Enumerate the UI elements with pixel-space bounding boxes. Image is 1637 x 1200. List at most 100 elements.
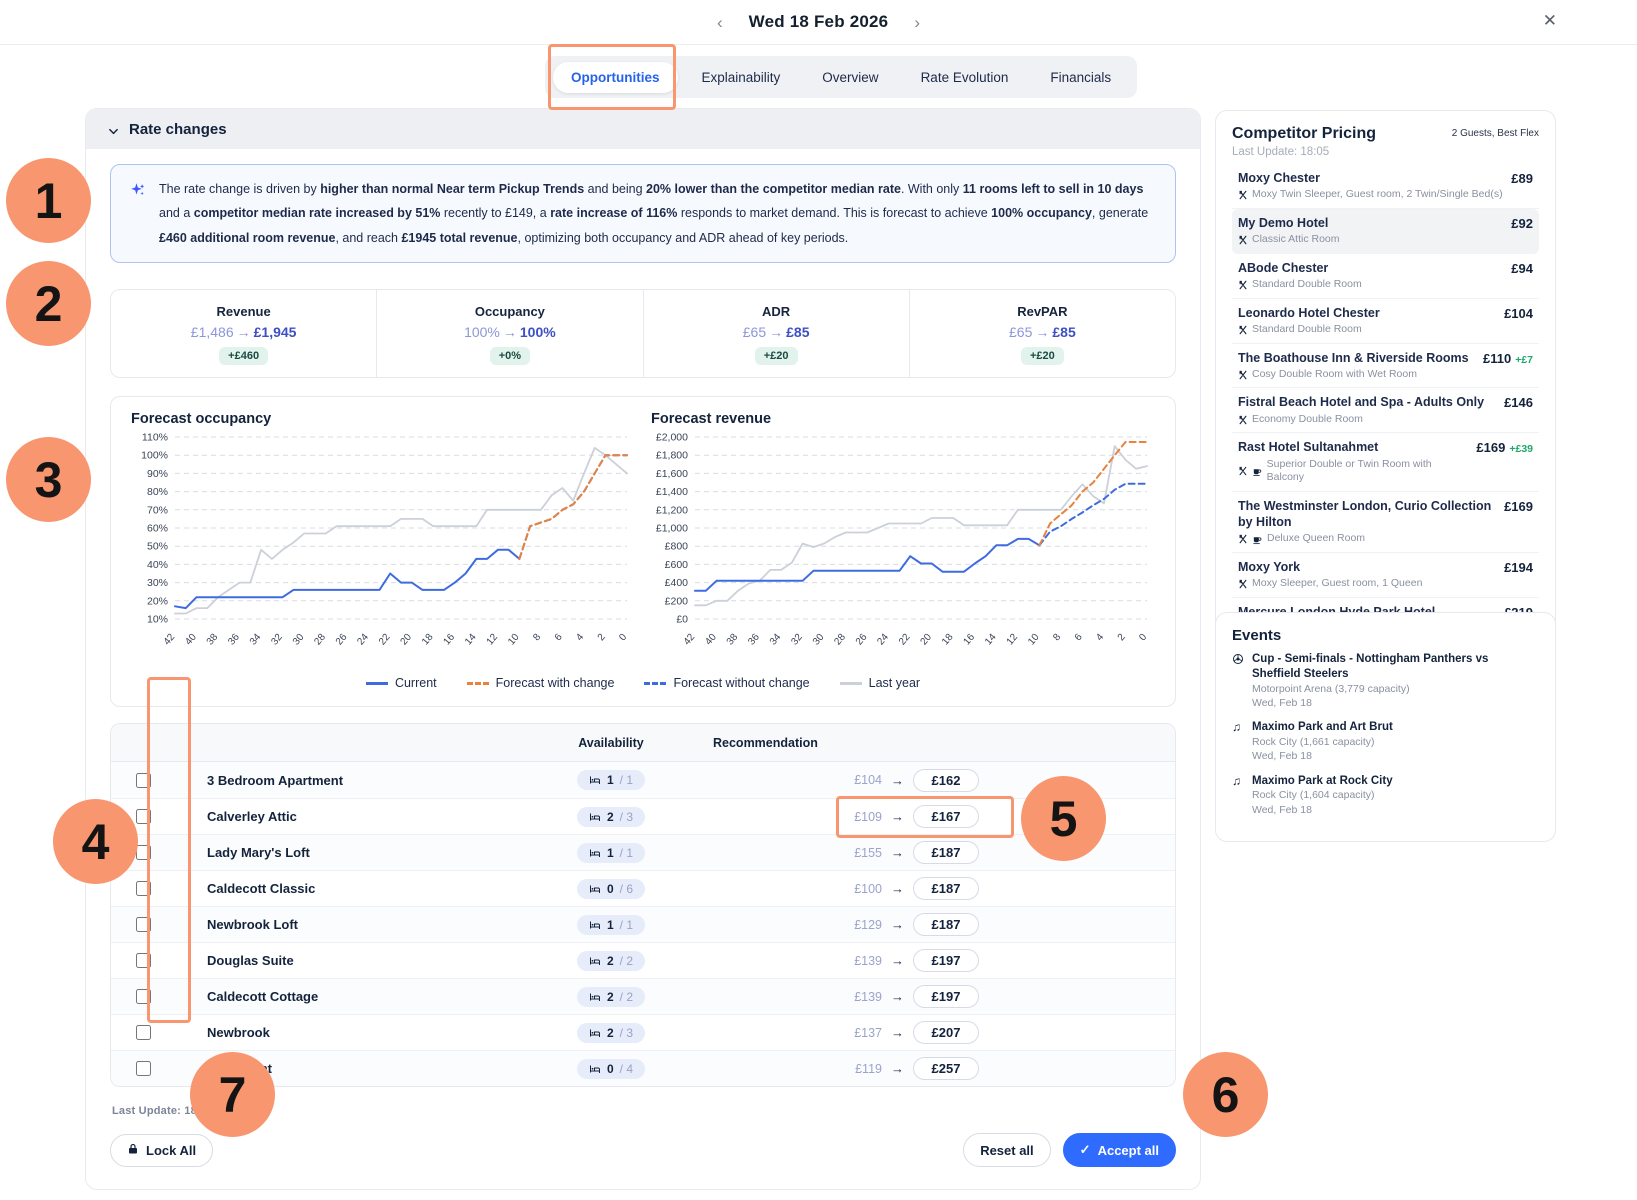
row-checkbox-cell — [111, 989, 175, 1004]
competitor-main: Leonardo Hotel ChesterStandard Double Ro… — [1238, 305, 1496, 337]
reset-all-button[interactable]: Reset all — [963, 1133, 1050, 1167]
current-price: £119 — [855, 1062, 882, 1076]
room-name: Lady Mary's Loft — [175, 845, 523, 860]
svg-text:£1,000: £1,000 — [656, 523, 688, 535]
competitor-row[interactable]: The Westminster London, Curio Collection… — [1232, 492, 1539, 553]
meal-icon — [1238, 579, 1248, 589]
meal-icon — [1238, 235, 1248, 245]
lock-all-button[interactable]: Lock All — [110, 1134, 213, 1167]
room-name: Caldecott Cottage — [175, 989, 523, 1004]
row-checkbox[interactable] — [136, 953, 151, 968]
metric-delta-badge: +£20 — [755, 347, 798, 365]
svg-text:40: 40 — [183, 632, 199, 648]
row-checkbox[interactable] — [136, 1061, 151, 1076]
recommended-price-pill[interactable]: £207 — [913, 1021, 979, 1044]
rate-changes-header[interactable]: Rate changes — [86, 109, 1200, 149]
competitor-row[interactable]: Moxy YorkMoxy Sleeper, Guest room, 1 Que… — [1232, 553, 1539, 598]
arrow-right-icon: → — [891, 1061, 904, 1076]
recommended-price-pill[interactable]: £257 — [913, 1057, 979, 1080]
event-name: Cup - Semi-finals - Nottingham Panthers … — [1252, 652, 1539, 682]
competitor-row[interactable]: Rast Hotel SultanahmetSuperior Double or… — [1232, 433, 1539, 492]
prev-day-button[interactable]: ‹ — [717, 14, 723, 31]
metric-revpar: RevPAR£65→£85+£20 — [909, 290, 1175, 377]
svg-text:10: 10 — [506, 632, 522, 648]
sports-ball-icon — [1232, 652, 1245, 710]
tab-explainability[interactable]: Explainability — [684, 62, 799, 93]
metric-to-value: £1,945 — [254, 324, 297, 340]
svg-text:£1,800: £1,800 — [656, 450, 688, 462]
svg-text:38: 38 — [725, 632, 741, 648]
availability-cell: 1/ 1 — [523, 843, 699, 863]
recommended-price-pill[interactable]: £197 — [913, 949, 979, 972]
svg-text:£200: £200 — [665, 595, 689, 607]
availability-badge: 0/ 4 — [577, 1059, 645, 1079]
competitor-row[interactable]: The Boathouse Inn & Riverside RoomsCosy … — [1232, 344, 1539, 389]
event-date: Wed, Feb 18 — [1252, 696, 1539, 710]
availability-current: 0 — [607, 882, 614, 896]
recommended-price-pill[interactable]: £167 — [913, 805, 979, 828]
recommended-price-pill[interactable]: £187 — [913, 913, 979, 936]
competitor-price: £169 — [1504, 498, 1533, 546]
accept-all-button[interactable]: ✓ Accept all — [1063, 1133, 1176, 1167]
tab-financials[interactable]: Financials — [1032, 62, 1129, 93]
competitor-price: £194 — [1504, 559, 1533, 591]
tab-overview[interactable]: Overview — [804, 62, 896, 93]
competitor-row[interactable]: ABode ChesterStandard Double Room£94 — [1232, 254, 1539, 299]
svg-text:10: 10 — [1026, 632, 1042, 648]
series-fc_without — [519, 455, 627, 559]
row-checkbox[interactable] — [136, 917, 151, 932]
competitor-row[interactable]: My Demo HotelClassic Attic Room£92 — [1232, 209, 1539, 254]
svg-text:£800: £800 — [665, 541, 689, 553]
row-checkbox[interactable] — [136, 881, 151, 896]
availability-current: 1 — [607, 773, 614, 787]
svg-text:£1,400: £1,400 — [656, 486, 688, 498]
svg-text:100%: 100% — [141, 450, 168, 462]
svg-text:2: 2 — [596, 632, 608, 644]
recommended-price-pill[interactable]: £187 — [913, 841, 979, 864]
chart-title-occupancy: Forecast occupancy — [131, 411, 643, 427]
row-checkbox[interactable] — [136, 773, 151, 788]
competitor-room-desc: Cosy Double Room with Wet Room — [1238, 368, 1475, 382]
svg-text:£0: £0 — [676, 614, 688, 626]
row-checkbox[interactable] — [136, 989, 151, 1004]
row-checkbox[interactable] — [136, 845, 151, 860]
competitor-main: Moxy ChesterMoxy Twin Sleeper, Guest roo… — [1238, 170, 1503, 202]
tab-rate-evolution[interactable]: Rate Evolution — [903, 62, 1027, 93]
row-checkbox-cell — [111, 1061, 175, 1076]
availability-cell: 1/ 1 — [523, 770, 699, 790]
svg-text:38: 38 — [205, 632, 221, 648]
current-price: £109 — [854, 810, 882, 824]
arrow-right-icon: → — [1032, 324, 1052, 340]
row-checkbox[interactable] — [136, 1025, 151, 1040]
competitor-rows: Moxy ChesterMoxy Twin Sleeper, Guest roo… — [1232, 164, 1539, 671]
competitor-main: Fistral Beach Hotel and Spa - Adults Onl… — [1238, 394, 1496, 426]
row-checkbox[interactable] — [136, 809, 151, 824]
table-row: Calverley Attic2/ 3£109→£167 — [111, 798, 1175, 834]
metric-delta-badge: +£460 — [219, 347, 268, 365]
panel-body: The rate change is driven by higher than… — [86, 149, 1200, 1189]
lock-all-label: Lock All — [146, 1143, 196, 1158]
recommendation-cell: £139→£197 — [699, 949, 1175, 972]
svg-text:4: 4 — [1094, 632, 1106, 644]
svg-text:6: 6 — [553, 632, 565, 644]
close-icon[interactable]: ✕ — [1543, 12, 1557, 29]
availability-cell: 1/ 1 — [523, 915, 699, 935]
metric-to-value: £85 — [786, 324, 809, 340]
revenue-chart-svg: £0£200£400£600£800£1,000£1,200£1,400£1,6… — [643, 429, 1159, 667]
tab-opportunities[interactable]: Opportunities — [553, 62, 678, 93]
legend-item-fc_without: Forecast without change — [644, 676, 809, 690]
recommended-price-pill[interactable]: £197 — [913, 985, 979, 1008]
next-day-button[interactable]: › — [914, 14, 920, 31]
recommended-price-pill[interactable]: £187 — [913, 877, 979, 900]
competitor-row[interactable]: Leonardo Hotel ChesterStandard Double Ro… — [1232, 299, 1539, 344]
svg-text:24: 24 — [355, 632, 371, 648]
competitor-row[interactable]: Moxy ChesterMoxy Twin Sleeper, Guest roo… — [1232, 164, 1539, 209]
bed-icon — [589, 811, 601, 823]
availability-cell: 0/ 4 — [523, 1059, 699, 1079]
competitor-row[interactable]: Fistral Beach Hotel and Spa - Adults Onl… — [1232, 388, 1539, 433]
competitor-pricing-title: Competitor Pricing — [1232, 125, 1376, 143]
breakfast-cup-icon — [1252, 466, 1263, 477]
recommended-price-pill[interactable]: £162 — [913, 769, 979, 792]
bed-icon — [589, 1027, 601, 1039]
event-item: Cup - Semi-finals - Nottingham Panthers … — [1232, 652, 1539, 710]
